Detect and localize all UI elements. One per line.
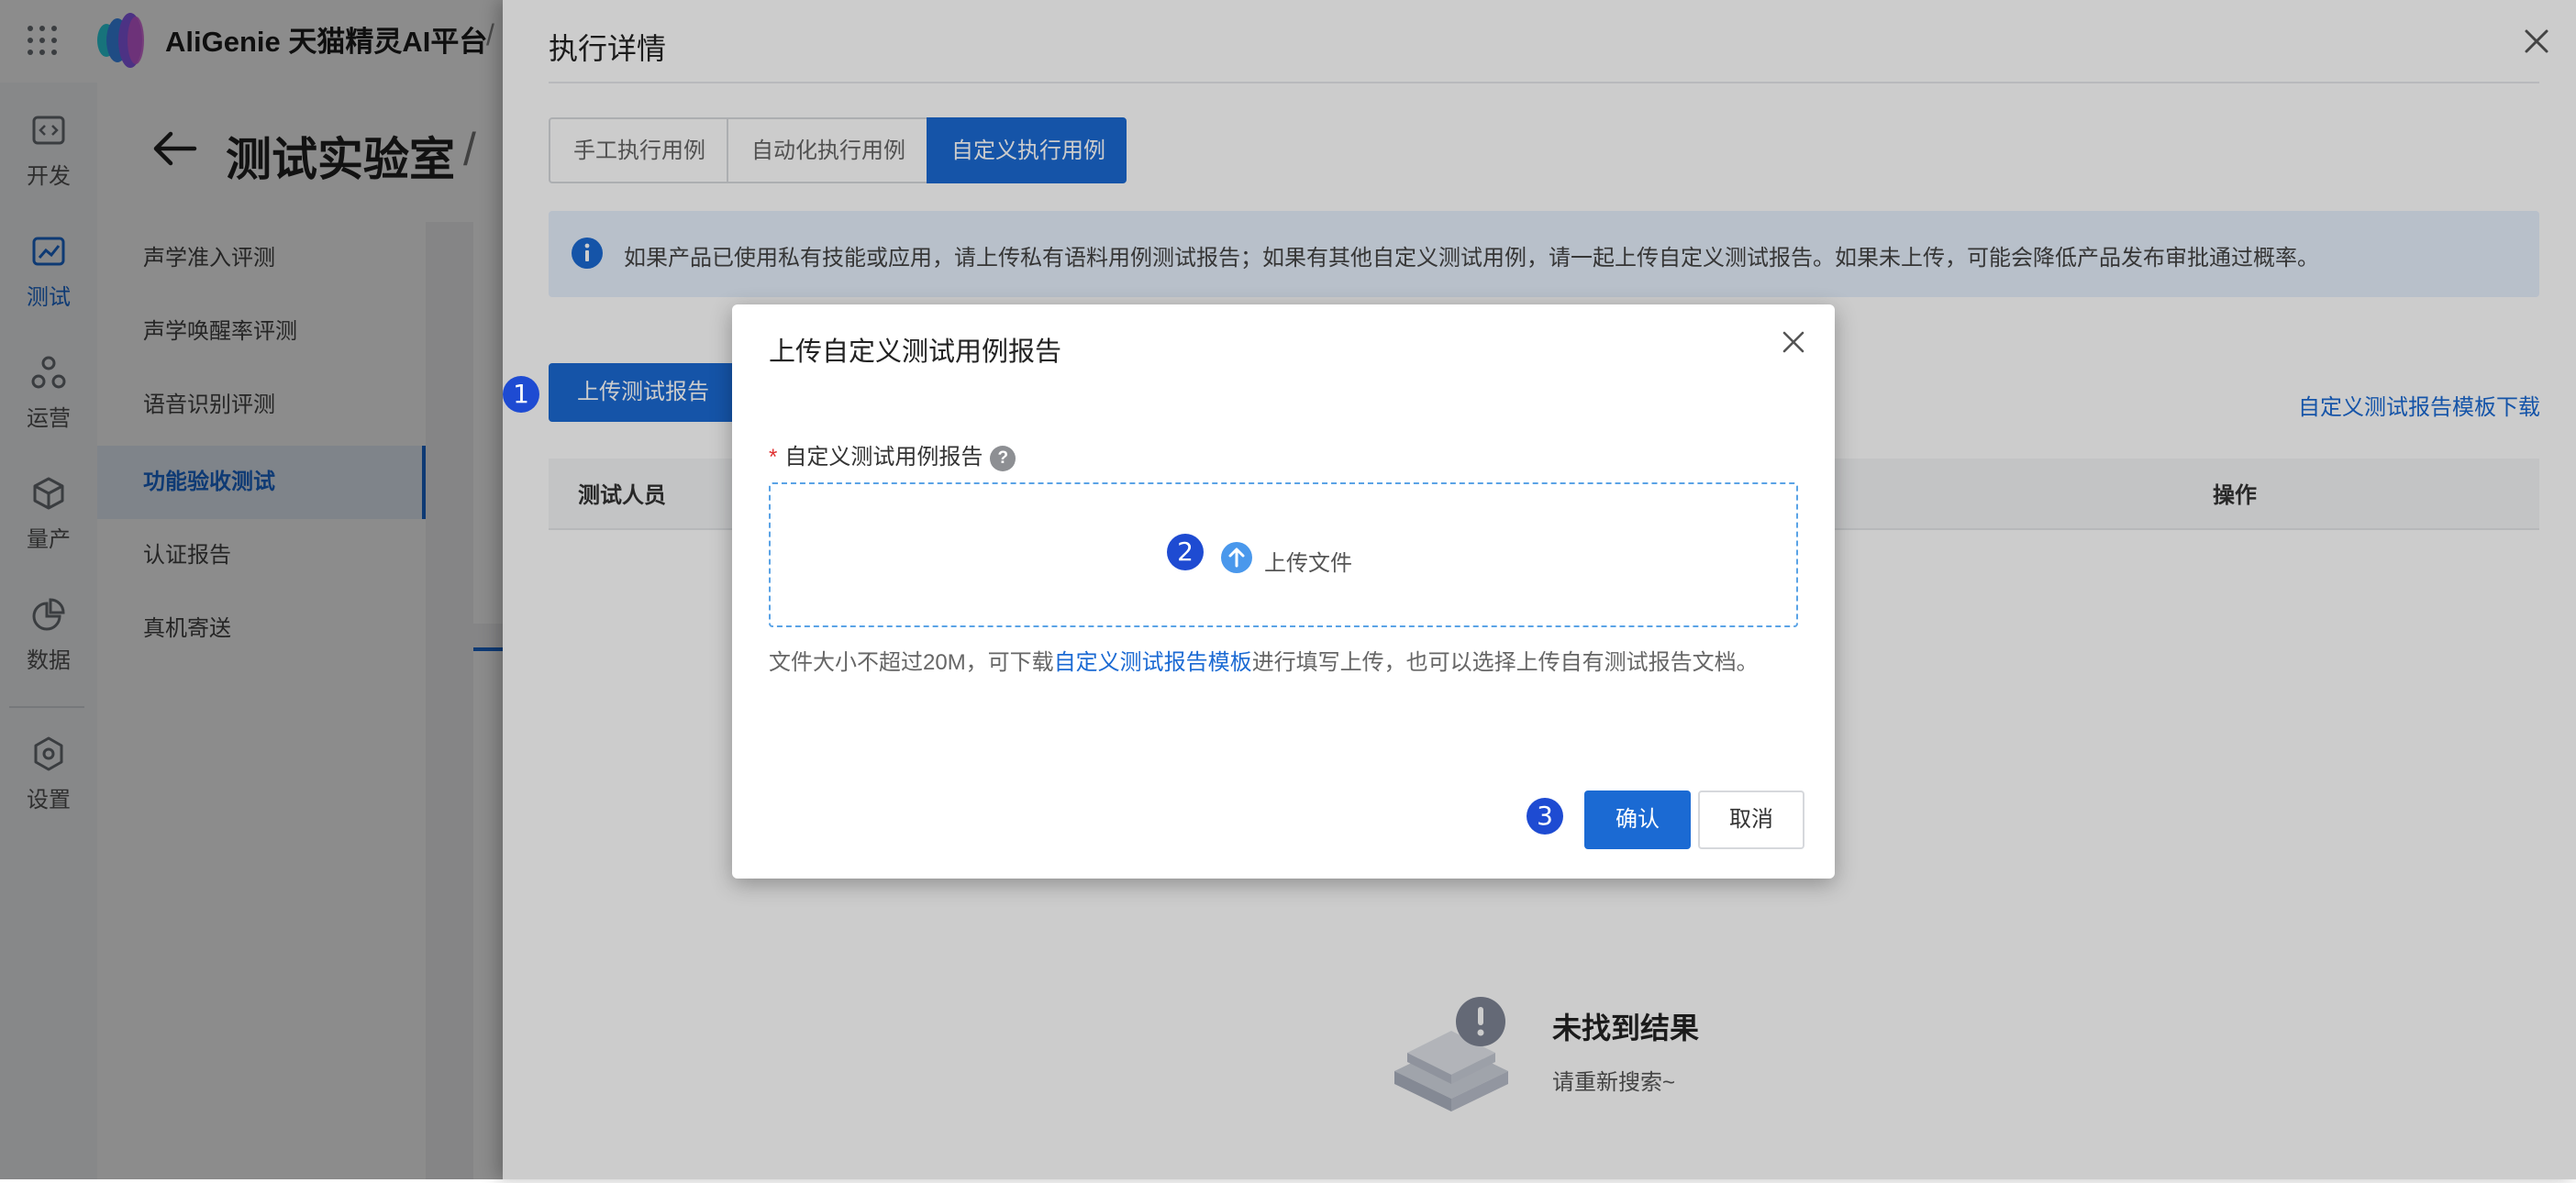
step-marker-1: 1: [503, 376, 539, 413]
upload-report-modal: 上传自定义测试用例报告 * 自定义测试用例报告? 上传文件 文件大小不超过20M，…: [732, 304, 1835, 879]
cancel-button[interactable]: 取消: [1698, 791, 1804, 849]
page-overlay-mask[interactable]: [0, 0, 503, 1179]
field-label: * 自定义测试用例报告?: [769, 438, 1016, 471]
modal-title: 上传自定义测试用例报告: [769, 337, 1062, 367]
upload-file-text: 上传文件: [1264, 551, 1352, 576]
hint-prefix: 文件大小不超过20M，可下载: [769, 650, 1054, 675]
file-dropzone[interactable]: 上传文件: [769, 482, 1798, 627]
upload-hint: 文件大小不超过20M，可下载自定义测试报告模板进行填写上传，也可以选择上传自有测…: [769, 644, 1759, 676]
hint-suffix: 进行填写上传，也可以选择上传自有测试报告文档。: [1251, 650, 1759, 675]
step-marker-2: 2: [1167, 534, 1204, 570]
template-link[interactable]: 自定义测试报告模板: [1054, 650, 1252, 675]
required-mark: *: [769, 445, 778, 470]
upload-icon: [1221, 542, 1252, 573]
help-icon[interactable]: ?: [990, 445, 1016, 471]
field-label-text: 自定义测试用例报告: [784, 445, 983, 470]
close-icon[interactable]: [1780, 328, 1807, 356]
step-marker-3: 3: [1527, 798, 1563, 835]
confirm-button[interactable]: 确认: [1584, 791, 1691, 849]
